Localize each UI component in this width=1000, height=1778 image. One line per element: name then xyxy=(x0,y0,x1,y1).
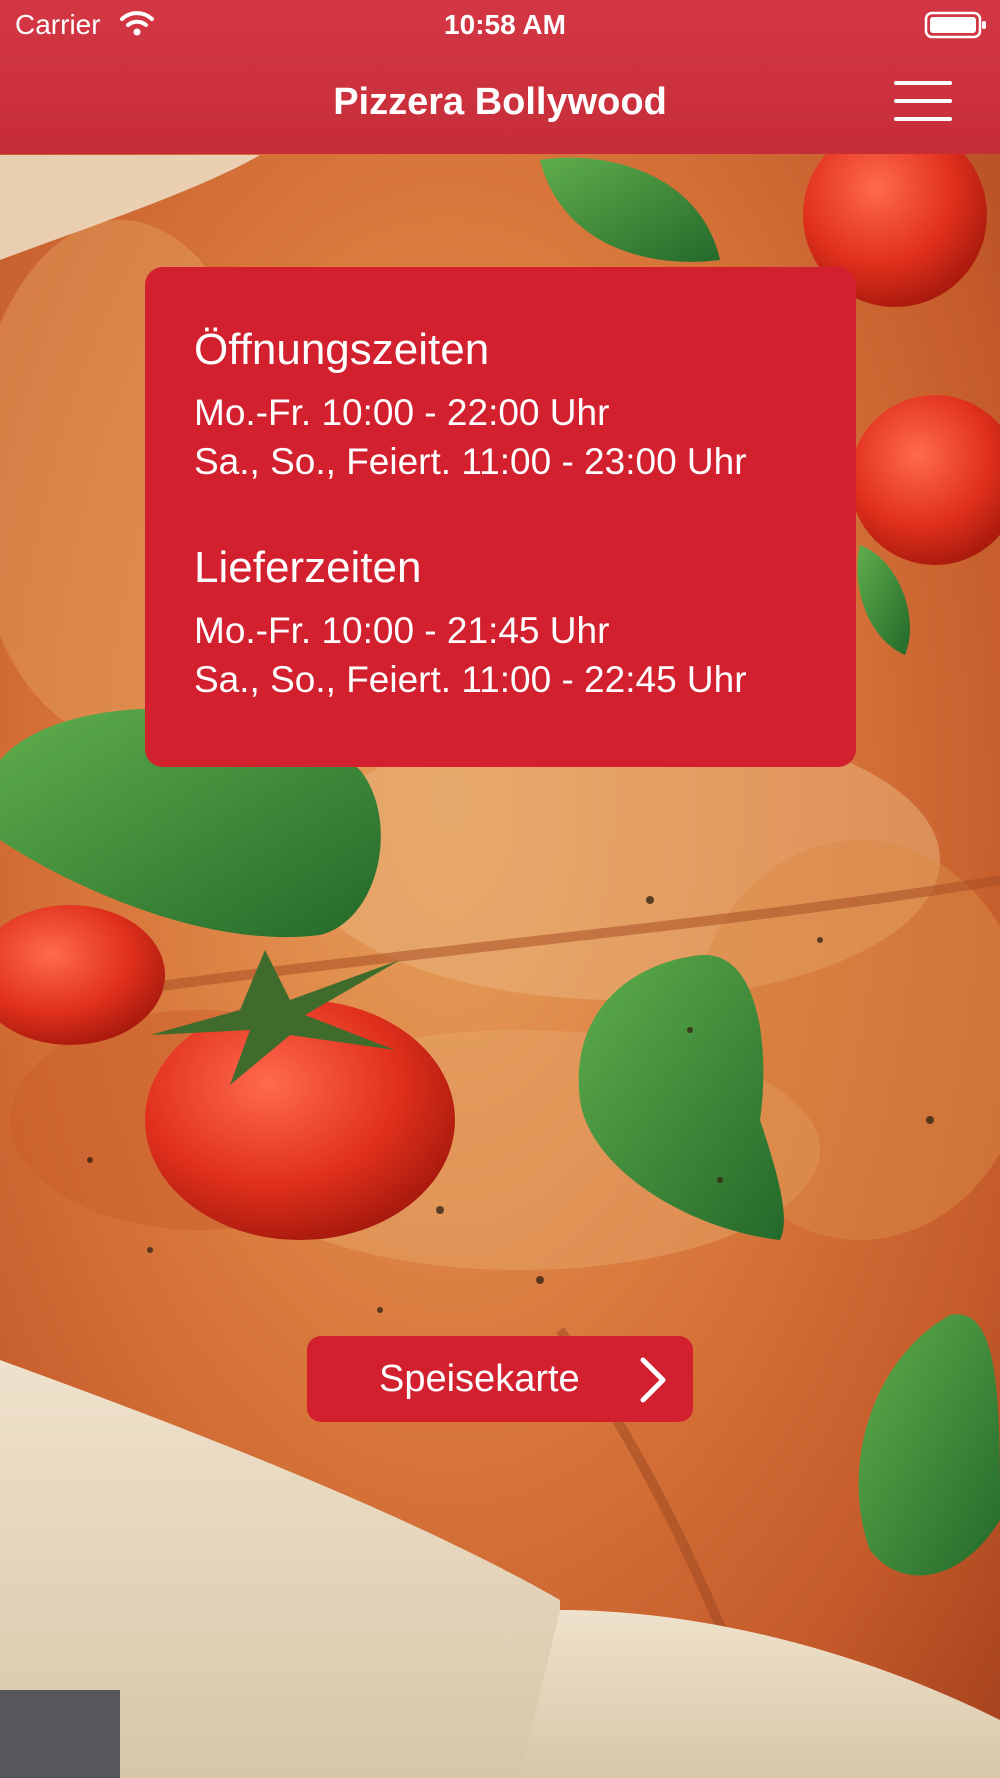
status-time: 10:58 AM xyxy=(444,9,566,40)
hamburger-menu-icon xyxy=(894,81,952,85)
app-screen: Carrier 10:58 AM Pizzera Bollywood Öffnu… xyxy=(0,0,1000,1778)
hours-card: Öffnungszeiten Mo.-Fr. 10:00 - 22:00 Uhr… xyxy=(145,267,856,767)
navigation-bar: Carrier 10:58 AM Pizzera Bollywood xyxy=(0,0,1000,154)
delivery-hours-heading: Lieferzeiten xyxy=(194,543,422,592)
opening-hours-heading: Öffnungszeiten xyxy=(194,325,490,374)
delivery-hours-weekend: Sa., So., Feiert. 11:00 - 22:45 Uhr xyxy=(194,659,747,700)
chevron-right-icon xyxy=(640,1357,666,1403)
delivery-hours-weekdays: Mo.-Fr. 10:00 - 21:45 Uhr xyxy=(194,610,610,651)
opening-hours-weekdays: Mo.-Fr. 10:00 - 22:00 Uhr xyxy=(194,392,610,433)
opening-hours-weekend: Sa., So., Feiert. 11:00 - 23:00 Uhr xyxy=(194,441,747,482)
page-title: Pizzera Bollywood xyxy=(333,81,667,123)
speisekarte-button[interactable]: Speisekarte xyxy=(307,1336,693,1422)
speisekarte-label: Speisekarte xyxy=(379,1358,580,1400)
battery-icon xyxy=(924,11,986,39)
hamburger-menu-button[interactable] xyxy=(888,76,956,128)
